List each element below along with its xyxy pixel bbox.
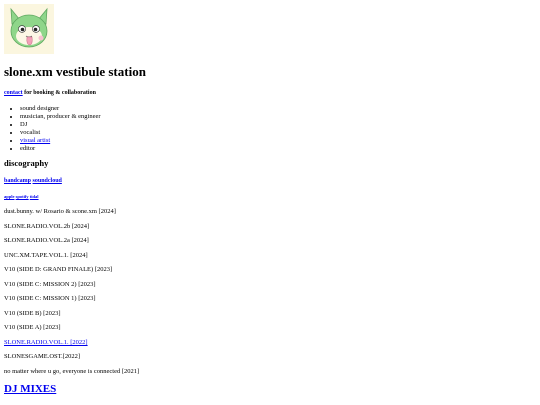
contact-text: for booking & collaboration <box>24 90 96 96</box>
streaming-links-primary: bandcamp soundcloud <box>4 177 62 185</box>
bandcamp-link[interactable]: bandcamp <box>4 178 31 184</box>
role-item: editor <box>20 145 101 153</box>
soundcloud-link[interactable]: soundcloud <box>33 178 62 184</box>
dj-mixes-link[interactable]: DJ MIXES <box>4 383 56 395</box>
spotify-link[interactable]: spotify <box>16 194 29 199</box>
contact-line: contact for booking & collaboration <box>4 89 96 97</box>
release-item: V10 (SIDE C: MISSION 1) [2023] <box>4 295 96 302</box>
roles-list: sound designer musician, producer & engi… <box>4 105 101 152</box>
cat-face-icon <box>10 7 48 48</box>
tidal-link[interactable]: tidal <box>30 194 39 199</box>
role-item: DJ <box>20 121 101 129</box>
release-item: V10 (SIDE B) [2023] <box>4 309 61 317</box>
release-item: SLONE.RADIO.VOL.2b [2024] <box>4 222 90 230</box>
visual-artist-link[interactable]: visual artist <box>20 137 50 144</box>
role-item: visual artist <box>20 137 101 145</box>
avatar <box>4 4 54 54</box>
release-link[interactable]: SLONE.RADIO.VOL.1. [2022] <box>4 339 88 346</box>
release-item: SLONE.RADIO.VOL.1. [2022] <box>4 339 88 347</box>
release-item: V10 (SIDE A) [2023] <box>4 324 61 331</box>
release-item: SLONESGAME.OST.[2022] <box>4 353 81 360</box>
streaming-links-secondary: apple spotify tidal <box>4 194 39 200</box>
contact-link[interactable]: contact <box>4 90 23 96</box>
role-item: vocalist <box>20 129 101 137</box>
release-item: SLONE.RADIO.VOL.2a [2024] <box>4 237 89 244</box>
release-item: UNC.XM.TAPE.VOL.1. [2024] <box>4 251 88 259</box>
discography-heading: discography <box>4 158 49 168</box>
release-item: V10 (SIDE D: GRAND FINALE) [2023] <box>4 266 113 273</box>
apple-link[interactable]: apple <box>4 194 15 199</box>
role-item: musician, producer & engineer <box>20 113 101 121</box>
dj-mixes-heading: DJ MIXES <box>4 382 56 396</box>
site-title: slone.xm vestibule station <box>4 64 146 79</box>
role-item: sound designer <box>20 105 101 113</box>
release-item: V10 (SIDE C: MISSION 2) [2023] <box>4 280 96 288</box>
release-item: dust.bunny. w/ Rosario & scone.xm [2024] <box>4 208 116 215</box>
release-item: no matter where u go, everyone is connec… <box>4 367 140 375</box>
